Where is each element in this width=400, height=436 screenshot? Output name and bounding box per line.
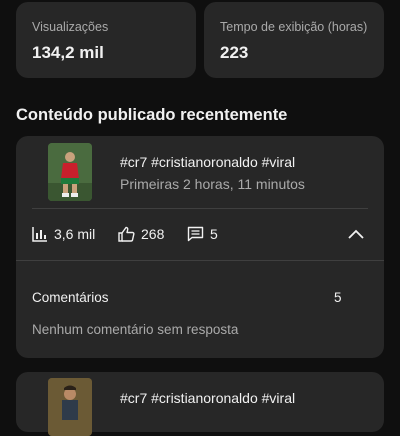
views-stat-value: 134,2 mil: [32, 43, 104, 62]
views-stat-label: Visualizações: [32, 20, 109, 34]
player-thumbnail-image: [48, 143, 92, 201]
video-thumbnail[interactable]: [48, 378, 92, 436]
divider: [16, 260, 384, 261]
video-title[interactable]: #cr7 #cristianoronaldo #viral: [120, 390, 295, 406]
watch-time-stat-value: 223: [220, 43, 249, 62]
video-card: #cr7 #cristianoronaldo #viral Primeiras …: [16, 136, 384, 358]
views-metric[interactable]: 3,6 mil: [32, 226, 95, 242]
views-stat-card[interactable]: Visualizações 134,2 mil: [16, 2, 196, 78]
likes-count: 268: [141, 226, 165, 242]
watch-time-stat-label: Tempo de exibição (horas): [220, 20, 368, 34]
comments-section-count: 5: [334, 290, 342, 305]
video-title[interactable]: #cr7 #cristianoronaldo #viral: [120, 154, 295, 170]
bar-chart-icon: [32, 227, 47, 242]
video-subtitle: Primeiras 2 horas, 11 minutos: [120, 176, 305, 192]
comment-icon: [187, 226, 204, 242]
likes-metric[interactable]: 268: [118, 226, 164, 242]
video-card: #cr7 #cristianoronaldo #viral: [16, 372, 384, 436]
no-unanswered-comments-text: Nenhum comentário sem resposta: [32, 322, 239, 337]
thumb-up-icon: [118, 226, 135, 242]
divider: [32, 208, 368, 209]
comments-label[interactable]: Comentários: [32, 290, 109, 305]
views-count: 3,6 mil: [54, 226, 96, 242]
comments-count: 5: [210, 226, 218, 242]
chevron-up-icon[interactable]: [347, 228, 365, 240]
watch-time-stat-card[interactable]: Tempo de exibição (horas) 223: [204, 2, 384, 78]
video-thumbnail[interactable]: [48, 143, 92, 201]
player-thumbnail-image: [48, 378, 92, 436]
section-title: Conteúdo publicado recentemente: [16, 106, 288, 124]
comments-metric[interactable]: 5: [187, 226, 218, 242]
